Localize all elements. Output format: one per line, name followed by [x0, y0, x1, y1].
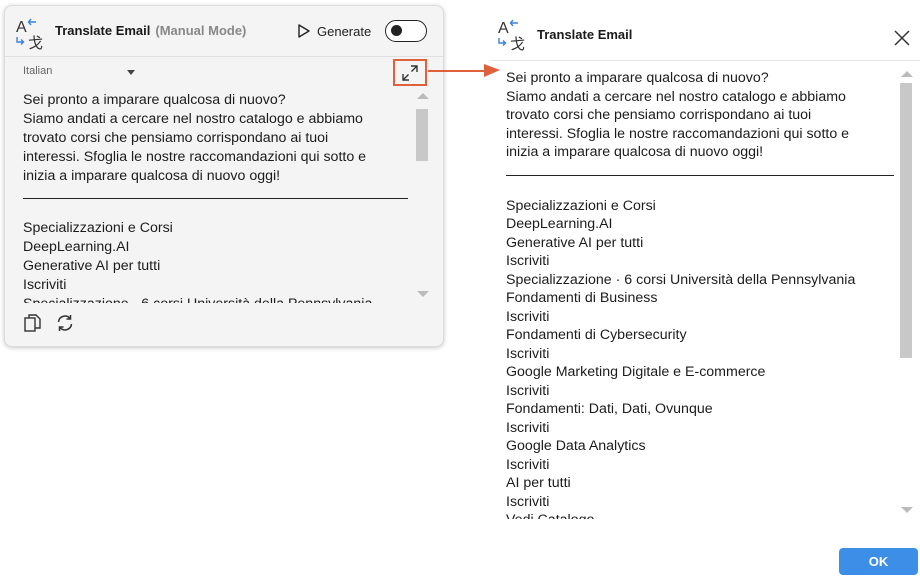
- play-icon: [298, 24, 310, 38]
- list-line: Specializzazione · 6 corsi Università de…: [506, 271, 856, 288]
- ok-button[interactable]: OK: [839, 548, 918, 575]
- intro-line: inizia a imparare qualcosa di nuovo oggi…: [23, 168, 281, 184]
- translated-text-preview: Sei pronto a imparare qualcosa di nuovo?…: [23, 91, 408, 303]
- annotation-arrow: [428, 64, 500, 77]
- list-line: DeepLearning.AI: [506, 216, 613, 232]
- intro-line: Siamo andati a cercare nel nostro catalo…: [23, 111, 363, 127]
- chevron-down-icon: [127, 70, 135, 75]
- popup-mode-label: (Manual Mode): [155, 23, 247, 38]
- list-line: Google Marketing Digitale e E-commerce: [506, 364, 766, 380]
- scroll-thumb[interactable]: [416, 109, 428, 161]
- popup-header: A 戈 Translate Email (Manual Mode) Generat…: [5, 6, 443, 57]
- copy-icon[interactable]: [23, 313, 43, 333]
- scroll-thumb[interactable]: [900, 83, 912, 358]
- intro-line: Siamo andati a cercare nel nostro catalo…: [506, 88, 846, 105]
- expand-icon: [402, 64, 418, 81]
- translate-popup: A 戈 Translate Email (Manual Mode) Generat…: [4, 5, 444, 347]
- list-line: DeepLearning.AI: [23, 239, 130, 255]
- divider: [506, 174, 894, 176]
- intro-line: trovato corsi che pensiamo corrispondano…: [23, 130, 329, 146]
- intro-line: interessi. Sfoglia le nostre raccomandaz…: [23, 149, 367, 165]
- list-line: Fondamenti di Business: [506, 290, 658, 306]
- language-select[interactable]: Italian: [23, 65, 135, 83]
- list-line: Iscriviti: [506, 456, 550, 473]
- list-line: Specializzazioni e Corsi: [23, 220, 173, 236]
- svg-text:A: A: [498, 20, 509, 37]
- list-line: AI per tutti: [506, 475, 571, 491]
- close-icon[interactable]: [893, 29, 911, 47]
- scroll-up-arrow[interactable]: [417, 93, 429, 99]
- intro-line: inizia a imparare qualcosa di nuovo oggi…: [506, 144, 764, 160]
- list-line: Iscriviti: [506, 382, 550, 399]
- svg-text:戈: 戈: [28, 34, 43, 50]
- translated-text-full: Sei pronto a imparare qualcosa di nuovo?…: [506, 69, 894, 519]
- list-line: Generative AI per tutti: [23, 258, 161, 274]
- list-line: Iscriviti: [506, 253, 550, 269]
- list-line: Fondamenti: Dati, Dati, Ovunque: [506, 401, 713, 417]
- list-line: Iscriviti: [506, 493, 550, 510]
- translate-icon: A 戈: [498, 19, 525, 51]
- expand-button[interactable]: [393, 59, 427, 86]
- list-line: Iscriviti: [23, 277, 67, 293]
- list-line: Vedi Catalogo: [506, 511, 894, 519]
- list-line: Google Data Analytics: [506, 438, 646, 454]
- list-line: Specializzazioni e Corsi: [506, 197, 656, 214]
- language-value: Italian: [23, 65, 53, 77]
- generate-button[interactable]: Generate: [297, 20, 371, 42]
- intro-line: trovato corsi che pensiamo corrispondano…: [506, 107, 812, 123]
- popup-title: Translate Email (Manual Mode): [55, 23, 247, 38]
- scroll-down-arrow[interactable]: [417, 291, 429, 297]
- scroll-down-arrow[interactable]: [901, 507, 913, 513]
- intro-line: Sei pronto a imparare qualcosa di nuovo?: [23, 92, 286, 108]
- list-line: Iscriviti: [506, 345, 550, 362]
- preview-scrollbar[interactable]: [415, 91, 431, 303]
- toggle-knob: [391, 25, 402, 36]
- list-line: Specializzazione · 6 corsi Università de…: [23, 295, 408, 303]
- list-line: Generative AI per tutti: [506, 234, 644, 251]
- list-line: Fondamenti di Cybersecurity: [506, 327, 687, 343]
- dialog-header-divider: [490, 60, 920, 61]
- divider: [23, 198, 408, 199]
- scroll-up-arrow[interactable]: [901, 71, 913, 77]
- svg-text:A: A: [16, 19, 27, 36]
- intro-line: Sei pronto a imparare qualcosa di nuovo?: [506, 70, 769, 86]
- generate-label: Generate: [317, 23, 372, 39]
- refresh-icon[interactable]: [55, 313, 75, 333]
- dialog-title: Translate Email: [537, 27, 633, 42]
- intro-line: interessi. Sfoglia le nostre raccomandaz…: [506, 125, 850, 142]
- popup-footer: [23, 313, 75, 333]
- dialog-scrollbar[interactable]: [899, 69, 915, 517]
- auto-mode-toggle[interactable]: [385, 20, 427, 42]
- svg-text:戈: 戈: [510, 35, 525, 51]
- translate-icon: A 戈: [16, 18, 43, 50]
- list-line: Iscriviti: [506, 308, 550, 325]
- list-line: Iscriviti: [506, 419, 550, 436]
